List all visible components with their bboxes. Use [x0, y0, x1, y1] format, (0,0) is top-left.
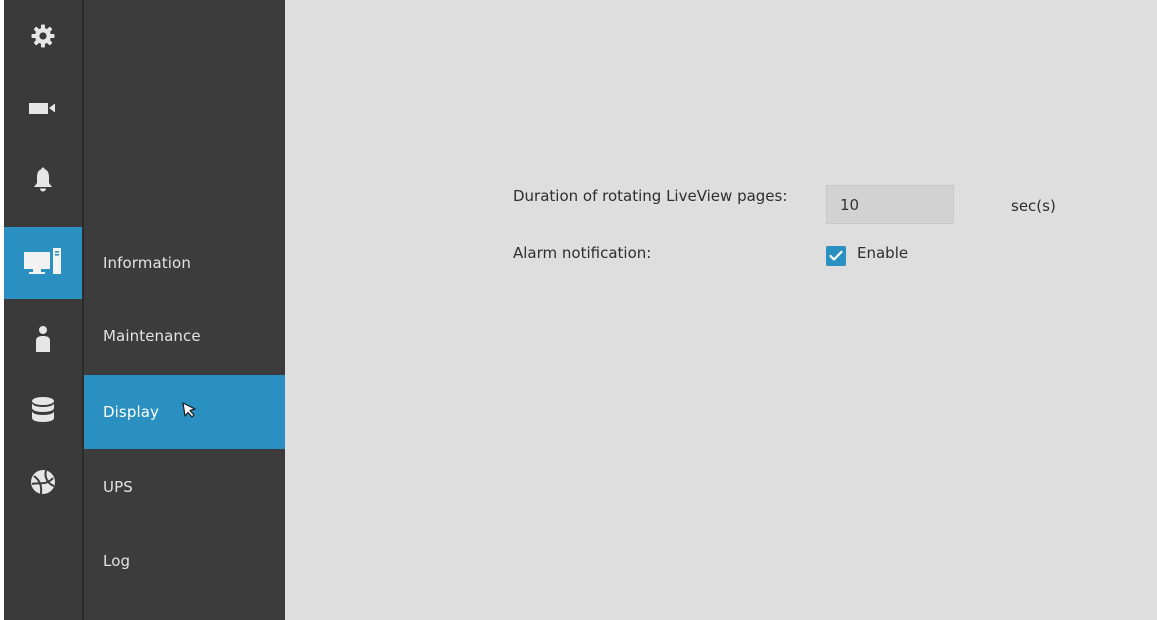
menu-item-label: UPS	[103, 478, 133, 496]
menu-item-log[interactable]: Log	[84, 524, 285, 598]
icon-rail	[4, 0, 82, 620]
app-window: Information Maintenance Display UPS Log …	[4, 0, 1157, 620]
rail-item-network[interactable]	[4, 446, 82, 518]
menu-item-label: Display	[103, 403, 159, 421]
menu-item-maintenance[interactable]: Maintenance	[84, 299, 285, 373]
alarm-enable-label: Enable	[857, 244, 909, 262]
rail-item-users[interactable]	[4, 303, 82, 375]
duration-input[interactable]	[826, 185, 954, 224]
rail-item-camera[interactable]	[4, 72, 82, 144]
menu-item-ups[interactable]: UPS	[84, 450, 285, 524]
globe-icon	[31, 470, 55, 495]
video-camera-icon	[29, 103, 55, 114]
menu-item-information[interactable]: Information	[84, 226, 285, 300]
alarm-label: Alarm notification:	[513, 244, 652, 262]
rail-item-storage[interactable]	[4, 374, 82, 446]
user-icon	[36, 326, 50, 352]
mouse-pointer-icon	[179, 400, 199, 424]
checkmark-icon	[829, 250, 843, 261]
monitor-icon	[24, 248, 61, 274]
menu-item-display[interactable]: Display	[84, 375, 285, 449]
rail-item-system[interactable]	[4, 227, 82, 299]
display-settings-panel: Duration of rotating LiveView pages: sec…	[285, 0, 1157, 620]
database-icon	[32, 397, 54, 422]
duration-label: Duration of rotating LiveView pages:	[513, 187, 788, 205]
menu-item-label: Maintenance	[103, 327, 201, 345]
rail-item-settings[interactable]	[4, 0, 82, 72]
menu-item-label: Log	[103, 552, 131, 570]
rail-item-alarm[interactable]	[4, 144, 82, 216]
bell-icon	[34, 167, 52, 192]
submenu: Information Maintenance Display UPS Log	[84, 0, 285, 620]
menu-item-label: Information	[103, 254, 191, 272]
alarm-enable-checkbox[interactable]	[826, 246, 846, 266]
gear-icon	[31, 24, 55, 48]
duration-unit: sec(s)	[1011, 197, 1056, 215]
